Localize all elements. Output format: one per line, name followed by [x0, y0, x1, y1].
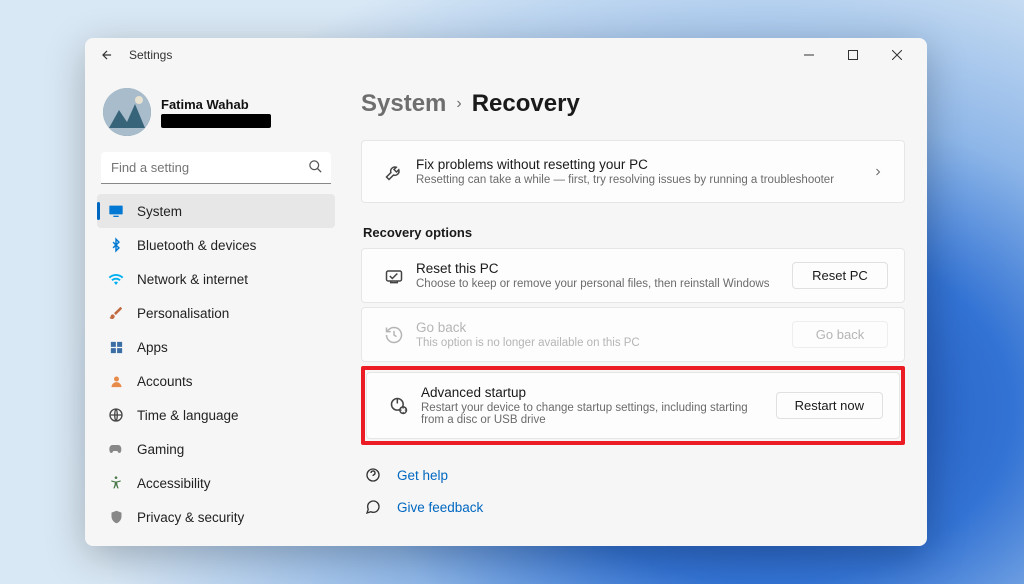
- nav-list: System Bluetooth & devices Network & int…: [97, 194, 335, 534]
- person-icon: [107, 372, 125, 390]
- profile-name: Fatima Wahab: [161, 97, 271, 112]
- give-feedback-link[interactable]: Give feedback: [361, 491, 905, 523]
- back-button[interactable]: [93, 41, 121, 69]
- maximize-button[interactable]: [831, 39, 875, 71]
- advanced-title: Advanced startup: [421, 385, 776, 400]
- wifi-icon: [107, 270, 125, 288]
- give-feedback-label: Give feedback: [397, 500, 483, 515]
- search-icon: [308, 159, 323, 174]
- titlebar: Settings: [85, 38, 927, 72]
- power-gear-icon: [383, 396, 415, 416]
- monitor-icon: [107, 202, 125, 220]
- nav-label: Bluetooth & devices: [137, 238, 256, 253]
- nav-item-bluetooth[interactable]: Bluetooth & devices: [97, 228, 335, 262]
- wrench-icon: [378, 162, 410, 182]
- breadcrumb-current: Recovery: [472, 90, 580, 118]
- nav-label: System: [137, 204, 182, 219]
- help-icon: [363, 467, 383, 483]
- close-button[interactable]: [875, 39, 919, 71]
- search-input[interactable]: [101, 152, 331, 184]
- troubleshoot-title: Fix problems without resetting your PC: [416, 157, 868, 172]
- back-arrow-icon: [100, 48, 114, 62]
- nav-label: Privacy & security: [137, 510, 244, 525]
- nav-label: Accessibility: [137, 476, 211, 491]
- close-icon: [892, 50, 902, 60]
- window-title: Settings: [129, 48, 172, 62]
- history-icon: [378, 325, 410, 345]
- settings-window: Settings Fatima Wahab: [85, 38, 927, 546]
- reset-pc-button[interactable]: Reset PC: [792, 262, 888, 289]
- brush-icon: [107, 304, 125, 322]
- nav-label: Accounts: [137, 374, 193, 389]
- goback-sub: This option is no longer available on th…: [416, 337, 792, 349]
- nav-item-personalisation[interactable]: Personalisation: [97, 296, 335, 330]
- minimize-icon: [804, 50, 814, 60]
- reset-icon: [378, 266, 410, 286]
- advanced-sub: Restart your device to change startup se…: [421, 402, 771, 426]
- nav-item-time-language[interactable]: Time & language: [97, 398, 335, 432]
- bluetooth-icon: [107, 236, 125, 254]
- main-content: System › Recovery Fix problems without r…: [345, 72, 927, 546]
- advanced-startup-card: Advanced startup Restart your device to …: [366, 372, 900, 439]
- shield-icon: [107, 508, 125, 526]
- maximize-icon: [848, 50, 858, 60]
- profile[interactable]: Fatima Wahab: [97, 84, 335, 148]
- avatar-image-icon: [103, 88, 151, 136]
- gaming-icon: [107, 440, 125, 458]
- nav-item-system[interactable]: System: [97, 194, 335, 228]
- go-back-card: Go back This option is no longer availab…: [361, 307, 905, 362]
- feedback-icon: [363, 499, 383, 515]
- highlight-annotation: Advanced startup Restart your device to …: [361, 366, 905, 445]
- apps-icon: [107, 338, 125, 356]
- minimize-button[interactable]: [787, 39, 831, 71]
- breadcrumb: System › Recovery: [361, 90, 905, 118]
- go-back-button: Go back: [792, 321, 888, 348]
- breadcrumb-parent[interactable]: System: [361, 90, 446, 118]
- nav-item-privacy[interactable]: Privacy & security: [97, 500, 335, 534]
- reset-title: Reset this PC: [416, 261, 792, 276]
- search-wrap: [101, 152, 331, 184]
- sidebar: Fatima Wahab System: [85, 72, 345, 546]
- profile-email-redacted: [161, 114, 271, 128]
- nav-label: Network & internet: [137, 272, 248, 287]
- window-controls: [787, 39, 919, 71]
- help-links: Get help Give feedback: [361, 459, 905, 523]
- nav-label: Time & language: [137, 408, 239, 423]
- nav-item-apps[interactable]: Apps: [97, 330, 335, 364]
- goback-title: Go back: [416, 320, 792, 335]
- chevron-right-icon: ›: [456, 95, 461, 113]
- nav-item-accounts[interactable]: Accounts: [97, 364, 335, 398]
- get-help-label: Get help: [397, 468, 448, 483]
- clock-lang-icon: [107, 406, 125, 424]
- restart-now-button[interactable]: Restart now: [776, 392, 883, 419]
- troubleshoot-sub: Resetting can take a while — first, try …: [416, 174, 868, 186]
- reset-sub: Choose to keep or remove your personal f…: [416, 278, 792, 290]
- reset-pc-card: Reset this PC Choose to keep or remove y…: [361, 248, 905, 303]
- section-title: Recovery options: [363, 225, 905, 240]
- avatar: [103, 88, 151, 136]
- nav-item-network[interactable]: Network & internet: [97, 262, 335, 296]
- chevron-right-icon: [868, 166, 888, 178]
- nav-label: Gaming: [137, 442, 184, 457]
- troubleshoot-card[interactable]: Fix problems without resetting your PC R…: [361, 140, 905, 203]
- nav-item-accessibility[interactable]: Accessibility: [97, 466, 335, 500]
- nav-label: Personalisation: [137, 306, 229, 321]
- get-help-link[interactable]: Get help: [361, 459, 905, 491]
- nav-label: Apps: [137, 340, 168, 355]
- profile-info: Fatima Wahab: [161, 97, 271, 128]
- nav-item-gaming[interactable]: Gaming: [97, 432, 335, 466]
- accessibility-icon: [107, 474, 125, 492]
